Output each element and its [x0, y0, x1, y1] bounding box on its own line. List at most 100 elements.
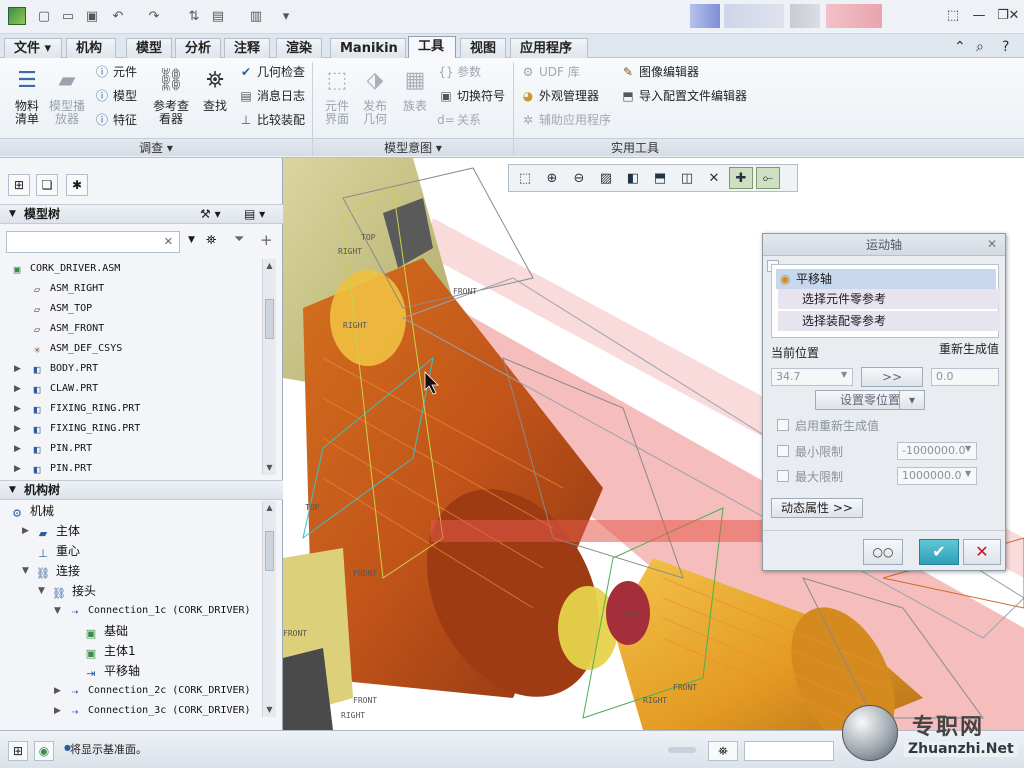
image-editor-button[interactable]: ✎ 图像编辑器 — [620, 62, 699, 82]
tab-mechanism[interactable]: 机构 — [66, 38, 116, 58]
tree-search-input[interactable]: ✕ — [6, 231, 180, 253]
find-button[interactable]: ⛯ 查找 — [194, 62, 236, 113]
new-icon[interactable]: ▢ — [36, 8, 52, 24]
filter-icon[interactable]: ⏷ — [234, 232, 244, 247]
zoom-in-icon[interactable]: ⊕ — [540, 167, 564, 189]
model-tree-item[interactable]: ▣ CORK_DRIVER.ASM — [10, 259, 121, 279]
model-tree-item[interactable]: ◧ PIN.PRT — [30, 459, 92, 479]
mechanism-tree-item[interactable]: ⛓ 接头 — [52, 581, 96, 601]
scroll-thumb[interactable] — [265, 299, 274, 339]
parameters-button[interactable]: {} 参数 — [438, 62, 481, 82]
select-assembly-reference[interactable]: 选择装配零参考 — [778, 311, 1000, 331]
browser-toggle-icon[interactable]: ◉ — [34, 741, 54, 761]
mechanism-tree-item[interactable]: ⇥ 平移轴 — [84, 661, 140, 681]
zoom-fit-icon[interactable]: ⬚ — [513, 167, 537, 189]
publish-geometry-button[interactable]: ⬗ 发布几何 — [354, 62, 396, 126]
mechanism-tree-item[interactable]: ⇢ Connection_1c (CORK_DRIVER) — [68, 601, 251, 621]
expand-icon[interactable]: ▶ — [14, 419, 21, 439]
minimize-ribbon-icon[interactable]: ⌃ — [954, 39, 966, 55]
min-limit-dropdown-icon[interactable]: ▼ — [965, 444, 971, 453]
enable-regen-checkbox[interactable] — [777, 419, 789, 431]
mechanism-tree-item[interactable]: ▣ 基础 — [84, 621, 128, 641]
max-limit-checkbox[interactable] — [777, 470, 789, 482]
undo-icon[interactable]: ↶ — [110, 8, 126, 24]
model-tree-tab-icon[interactable]: ⊞ — [8, 174, 30, 196]
regen-value-field[interactable]: 0.0 — [931, 368, 999, 386]
model-tree-item[interactable]: ◧ PIN.PRT — [30, 439, 92, 459]
dynamic-properties-button[interactable]: 动态属性 >> — [771, 498, 863, 518]
expand-icon[interactable]: ▶ — [54, 681, 61, 701]
geometry-check-button[interactable]: ✔ 几何检查 — [238, 62, 305, 82]
minimize-icon[interactable]: — — [970, 8, 988, 24]
scroll-up-icon[interactable]: ▲ — [263, 501, 276, 515]
cancel-x-icon[interactable]: ✕ — [963, 539, 1001, 565]
tree-settings-icon[interactable]: ⚒ ▾ — [200, 205, 221, 224]
collapse-icon[interactable]: ▼ — [9, 481, 16, 500]
udf-library-button[interactable]: ⚙ UDF 库 — [520, 62, 580, 82]
tab-applications[interactable]: 应用程序 — [510, 38, 588, 58]
tab-analysis[interactable]: 分析 — [175, 38, 221, 58]
tab-model[interactable]: 模型 — [126, 38, 172, 58]
app-icon[interactable] — [8, 7, 26, 25]
preview-glasses-icon[interactable]: ○○ — [863, 539, 903, 565]
mechanism-tree-header[interactable]: ▼ 机构树 — [0, 480, 283, 500]
datum-display-icon[interactable]: ✚ — [729, 167, 753, 189]
model-button[interactable]: ⓘ 模型 — [94, 86, 137, 106]
windows-icon[interactable]: ▤ — [210, 8, 226, 24]
add-column-icon[interactable]: + — [260, 231, 273, 249]
help-icon[interactable]: ? — [1002, 39, 1009, 55]
open-icon[interactable]: ▭ — [60, 8, 76, 24]
selection-filter-field[interactable] — [744, 741, 834, 761]
tab-tools[interactable]: 工具 — [408, 36, 456, 59]
search-dropdown-icon[interactable]: ▼ — [188, 235, 195, 245]
zoom-out-icon[interactable]: ⊖ — [567, 167, 591, 189]
expand-icon[interactable]: ▶ — [22, 521, 29, 541]
select-component-reference[interactable]: 选择元件零参考 — [778, 289, 1000, 309]
model-tree-item[interactable]: ◧ CLAW.PRT — [30, 379, 98, 399]
find-binoculars-icon[interactable]: ⛯ — [708, 741, 738, 761]
axis-item[interactable]: ◉ 平移轴 — [776, 269, 996, 289]
tab-view[interactable]: 视图 — [460, 38, 506, 58]
display-style-icon[interactable]: ◧ — [621, 167, 645, 189]
model-tree-scrollbar[interactable]: ▲ ▼ — [262, 259, 276, 475]
ok-check-icon[interactable]: ✔ — [919, 539, 959, 565]
view-manager-icon[interactable]: ◫ — [675, 167, 699, 189]
mechanism-tree-item[interactable]: ⇢ Connection_2c (CORK_DRIVER) — [68, 681, 251, 701]
tree-columns-icon[interactable]: ▤ ▾ — [244, 205, 265, 224]
customize-icon[interactable]: ▾ — [278, 8, 294, 24]
expand-icon[interactable]: ▶ — [14, 439, 21, 459]
expand-icon[interactable]: ▼ — [38, 581, 45, 601]
status-slider[interactable] — [668, 747, 696, 753]
expand-icon[interactable]: ▶ — [54, 701, 61, 721]
help-icon[interactable]: ⬚ — [944, 8, 962, 24]
auxiliary-apps-button[interactable]: ✲ 辅助应用程序 — [520, 110, 611, 130]
group-utilities[interactable]: 实用工具 — [514, 138, 756, 156]
dialog-close-icon[interactable]: ✕ — [987, 237, 997, 251]
collapse-icon[interactable]: ▼ — [9, 205, 16, 224]
expand-icon[interactable]: ▶ — [14, 359, 21, 379]
set-zero-dropdown-icon[interactable]: ▾ — [899, 390, 925, 410]
tab-render[interactable]: 渲染 — [276, 38, 322, 58]
fixing-ring[interactable] — [330, 270, 406, 366]
component-interface-button[interactable]: ⬚ 元件界面 — [316, 62, 358, 126]
expand-icon[interactable]: ▶ — [14, 379, 21, 399]
redo-icon[interactable]: ↷ — [146, 8, 162, 24]
saved-views-icon[interactable]: ⬒ — [648, 167, 672, 189]
compare-assembly-button[interactable]: ⊥ 比较装配 — [238, 110, 305, 130]
expand-icon[interactable]: ▶ — [14, 399, 21, 419]
tab-manikin[interactable]: Manikin — [330, 38, 406, 58]
regenerate-icon[interactable]: ⇅ — [186, 8, 202, 24]
close-window-icon[interactable]: ▥ — [248, 8, 264, 24]
folder-browser-tab-icon[interactable]: ❏ — [36, 174, 58, 196]
max-limit-dropdown-icon[interactable]: ▼ — [965, 469, 971, 478]
family-table-button[interactable]: ▦ 族表 — [394, 62, 436, 113]
component-button[interactable]: ⓘ 元件 — [94, 62, 137, 82]
mechanism-tree-scrollbar[interactable]: ▲ ▼ — [262, 501, 276, 717]
model-tree-item[interactable]: ◧ BODY.PRT — [30, 359, 98, 379]
group-investigate[interactable]: 调查 ▾ — [0, 138, 312, 156]
group-model-intent[interactable]: 模型意图 ▾ — [313, 138, 513, 156]
model-tree-item[interactable]: ✳ ASM_DEF_CSYS — [30, 339, 123, 359]
model-player-button[interactable]: ▰ 模型播放器 — [46, 62, 88, 126]
navigator-toggle-icon[interactable]: ⊞ — [8, 741, 28, 761]
mechanism-tree-item[interactable]: ⊥ 重心 — [36, 541, 80, 561]
